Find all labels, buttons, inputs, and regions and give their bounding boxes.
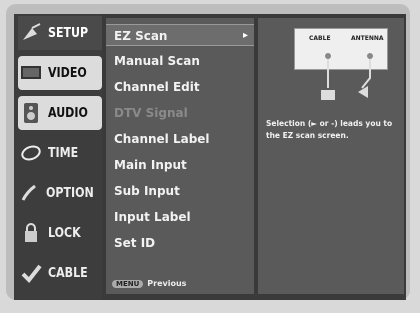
sidebar-item-setup[interactable]: SETUP (18, 16, 102, 50)
lock-icon (18, 220, 44, 246)
sidebar-item-label: AUDIO (48, 105, 88, 121)
menu-item-channel-label[interactable]: Channel Label (106, 128, 254, 150)
footer-label: Previous (147, 279, 187, 288)
sidebar-item-video[interactable]: VIDEO (18, 56, 102, 90)
sidebar-item-label: OPTION (45, 185, 94, 201)
sidebar-item-time[interactable]: TIME (18, 136, 102, 170)
menu-item-label: Manual Scan (114, 54, 200, 68)
icon-menu: SETUP VIDEO AUDIO TIME OPTION LOCK CABLE (14, 14, 102, 300)
menu-item-dtv-signal: DTV Signal (106, 102, 254, 124)
sidebar-item-cable[interactable]: CABLE (18, 256, 102, 290)
menu-item-label: Main Input (114, 158, 187, 172)
menu-item-sub-input[interactable]: Sub Input (106, 180, 254, 202)
sidebar-item-option[interactable]: OPTION (18, 176, 102, 210)
menu-item-channel-edit[interactable]: Channel Edit (106, 76, 254, 98)
sidebar-item-label: CABLE (48, 265, 88, 281)
menu-item-label: EZ Scan (114, 29, 168, 43)
help-text: Selection (► or -) leads you to the EZ s… (266, 119, 393, 140)
menu-item-label: Input Label (114, 210, 191, 224)
sidebar-item-lock[interactable]: LOCK (18, 216, 102, 250)
setup-screen: SETUP VIDEO AUDIO TIME OPTION LOCK CABLE… (14, 14, 406, 300)
menu-item-label: Sub Input (114, 184, 180, 198)
menu-item-ez-scan[interactable]: EZ Scan ▸ (106, 24, 254, 46)
setup-submenu: EZ Scan ▸ Manual Scan Channel Edit DTV S… (106, 18, 254, 294)
sidebar-item-label: LOCK (48, 225, 81, 241)
chevron-right-icon: ▸ (242, 30, 248, 41)
sidebar-item-label: SETUP (48, 25, 89, 41)
sidebar-item-audio[interactable]: AUDIO (18, 96, 102, 130)
menu-item-manual-scan[interactable]: Manual Scan (106, 50, 254, 72)
menu-item-label: Set ID (114, 236, 156, 250)
clock-icon (18, 140, 44, 166)
connection-lines (321, 53, 373, 100)
menu-item-set-id[interactable]: Set ID (106, 232, 254, 254)
cable-box-icon (321, 90, 335, 100)
menu-item-label: Channel Label (114, 132, 210, 146)
menu-item-input-label[interactable]: Input Label (106, 206, 254, 228)
sidebar-item-label: TIME (48, 145, 79, 161)
menu-item-label: DTV Signal (114, 106, 188, 120)
tv-icon (18, 60, 44, 86)
menu-item-main-input[interactable]: Main Input (106, 154, 254, 176)
check-icon (18, 260, 44, 286)
info-panel: CABLE ANTENNA Selection (► or -) leads y… (258, 18, 404, 294)
speaker-icon (18, 100, 44, 126)
menu-footer: MENU Previous (112, 279, 186, 288)
satellite-dish-icon (18, 20, 44, 46)
sidebar-item-label: VIDEO (48, 65, 87, 81)
option-icon (18, 180, 42, 206)
menu-key-button[interactable]: MENU (112, 279, 144, 288)
menu-item-label: Channel Edit (114, 80, 200, 94)
